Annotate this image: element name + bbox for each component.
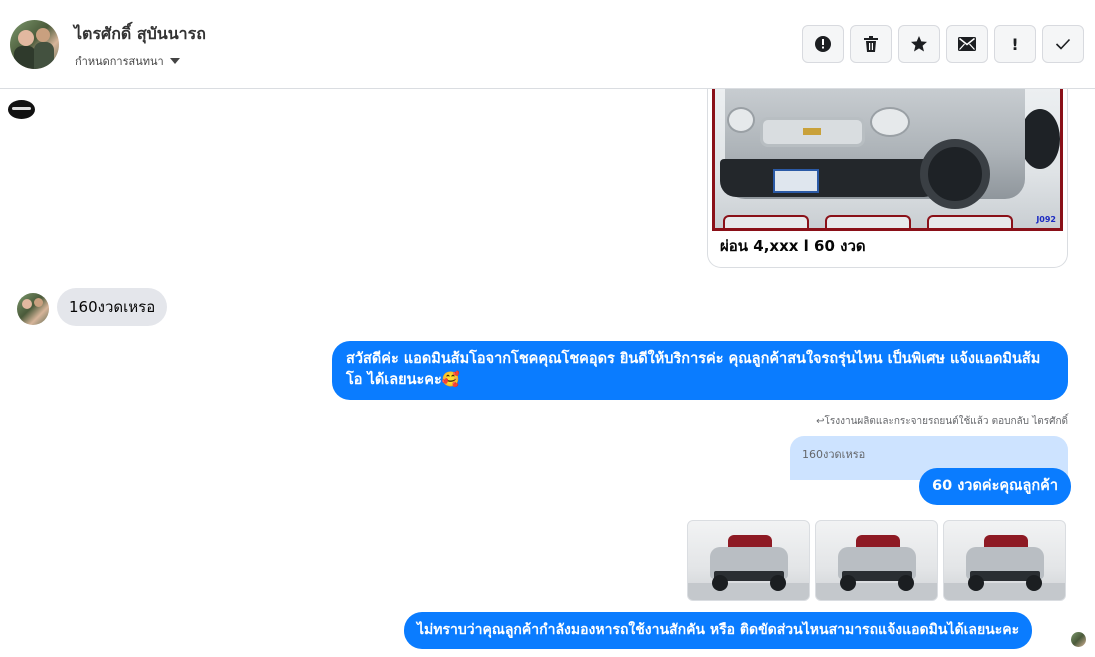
car-listing-image[interactable]: J092 [712, 89, 1063, 231]
schedule-label: กำหนดการสนทนา [75, 55, 164, 68]
page-logo-avatar [8, 100, 35, 119]
outgoing-message-followup[interactable]: ไม่ทราบว่าคุณลูกค้ากำลังมองหารถใช้งานสัก… [404, 612, 1033, 649]
contact-name[interactable]: ไตรศักดิ์ สุบันนารถ [74, 22, 206, 47]
exclamation-icon: ! [1011, 34, 1019, 54]
listing-code: J092 [1036, 215, 1056, 224]
car-listing-card[interactable]: J092 ผ่อน 4,xxx l 60 งวด [707, 89, 1068, 268]
report-button[interactable] [802, 25, 844, 63]
delete-button[interactable] [850, 25, 892, 63]
seen-indicator-avatar [1071, 632, 1086, 647]
outgoing-message-reply[interactable]: 60 งวดค่ะคุณลูกค้า [919, 468, 1072, 505]
conversation-header: ไตรศักดิ์ สุบันนารถ กำหนดการสนทนา ! [0, 0, 1095, 89]
contact-avatar-small[interactable] [17, 293, 49, 325]
car-photo-3[interactable] [943, 520, 1066, 601]
envelope-icon [958, 37, 976, 51]
car-photo-grid [687, 520, 1066, 601]
conversation-schedule-dropdown[interactable]: กำหนดการสนทนา [75, 52, 180, 70]
contact-avatar[interactable] [10, 20, 59, 69]
car-photo-2[interactable] [815, 520, 938, 601]
trash-icon [864, 36, 878, 52]
check-icon [1055, 38, 1071, 50]
alert-circle-icon [815, 36, 831, 52]
priority-button[interactable]: ! [994, 25, 1036, 63]
mark-done-button[interactable] [1042, 25, 1084, 63]
card-caption: ผ่อน 4,xxx l 60 งวด [720, 237, 866, 255]
reply-meta: ↩โรงงานผลิตและกระจายรถยนต์ใช้แล้ว ตอบกลั… [816, 416, 1068, 427]
car-photo-1[interactable] [687, 520, 810, 601]
outgoing-message-greeting[interactable]: สวัสดีค่ะ แอดมินส้มโอจากโชคคุณโชคอุดร ยิ… [332, 341, 1068, 400]
mark-unread-button[interactable] [946, 25, 988, 63]
header-toolbar: ! [802, 25, 1084, 63]
incoming-message[interactable]: 160งวดเหรอ [57, 288, 168, 326]
star-icon [911, 36, 927, 52]
caret-down-icon [169, 58, 180, 64]
star-button[interactable] [898, 25, 940, 63]
